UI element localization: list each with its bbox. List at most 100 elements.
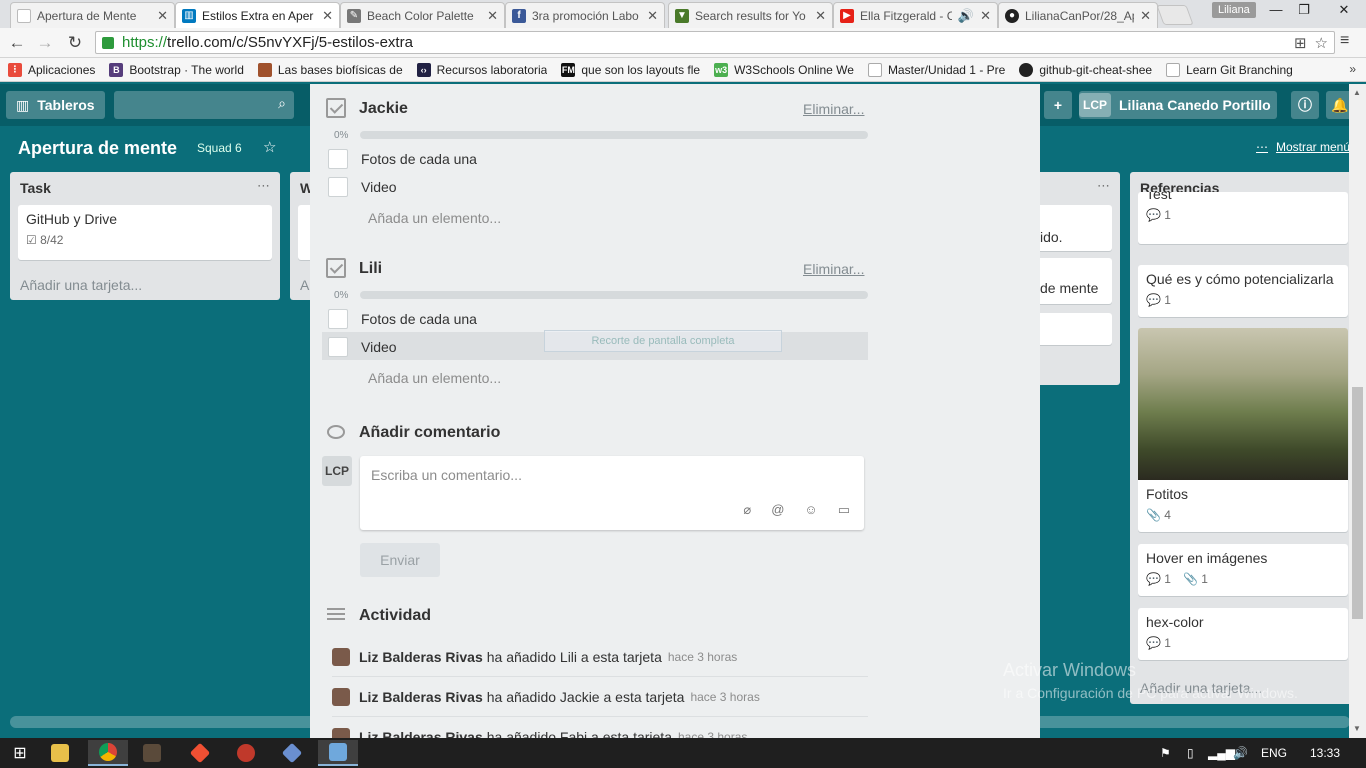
card-test[interactable]: Test 💬 1 [1138,192,1348,244]
delete-checklist-link[interactable]: Eliminar... [803,261,864,277]
list-title[interactable]: Task [20,180,51,196]
flag-icon[interactable]: ⚑ [1160,746,1171,760]
checkbox[interactable] [328,149,348,169]
tab-ella-fitzgerald[interactable]: ▶ Ella Fitzgerald - C 🔊 ✕ [833,2,998,28]
close-icon[interactable]: ✕ [815,8,826,24]
network-icon[interactable]: ▂▄▆ [1208,746,1235,760]
card[interactable]: de mente [1030,258,1112,304]
avatar[interactable] [332,687,350,706]
bookmark-apps[interactable]: ⋮ Aplicaciones [8,62,95,77]
show-menu-link[interactable]: ⋯ Mostrar menú [1256,140,1350,154]
close-icon[interactable]: ✕ [157,8,168,24]
card-hex-color[interactable]: hex-color 💬 1 [1138,608,1348,660]
checkbox[interactable] [328,337,348,357]
reload-icon[interactable]: ↻ [64,32,86,54]
send-button[interactable]: Enviar [360,543,440,577]
checklist-item[interactable]: Fotos de cada una [322,145,477,173]
tab-estilos-extra[interactable]: ▥ Estilos Extra en Aper ✕ [175,2,340,28]
list-menu-icon[interactable]: ⋯ [257,178,270,194]
card-icon[interactable]: ▭ [838,502,850,518]
chrome-icon[interactable] [88,740,128,766]
member-menu[interactable]: LCP Liliana Canedo Portillo [1079,91,1277,119]
add-button[interactable]: + [1044,91,1072,119]
avatar[interactable] [332,647,350,666]
forward-icon[interactable]: → [34,32,56,54]
git-icon[interactable] [180,740,220,766]
checkbox[interactable] [328,309,348,329]
scroll-up-icon[interactable]: ▲ [1353,88,1361,97]
card-github-drive[interactable]: GitHub y Drive ☑ 8/42 [18,205,272,260]
card-hover-imagenes[interactable]: Hover en imágenes 💬 1 📎 1 [1138,544,1348,596]
start-icon[interactable]: ⊞ [0,740,40,766]
add-item-link[interactable]: Añada un elemento... [368,210,501,226]
card[interactable]: ido. [1030,205,1112,251]
speaker-icon[interactable]: 🔊 [958,8,974,24]
browser-user-badge[interactable]: Liliana [1212,2,1256,18]
more-bookmarks-icon[interactable]: » [1349,62,1356,76]
card-que-es[interactable]: Qué es y cómo potencializarla 💬 1 [1138,265,1348,317]
tab-beach-color-palette[interactable]: ✎ Beach Color Palette ✕ [340,2,505,28]
search-input[interactable]: ⌕ [114,91,294,119]
close-icon[interactable]: ✕ [322,8,333,24]
card[interactable] [1030,313,1112,345]
close-icon[interactable]: ✕ [487,8,498,24]
star-icon[interactable]: ☆ [1315,34,1328,52]
volume-icon[interactable]: 🔊 [1233,746,1248,760]
file-explorer-icon[interactable] [40,740,80,766]
tab-search-results[interactable]: ▼ Search results for Yo ✕ [668,2,833,28]
bookmark-layouts[interactable]: FM que son los layouts fle [561,62,700,77]
url-input[interactable]: https://trello.com/c/S5nvYXFj/5-estilos-… [95,31,1335,54]
avatar[interactable]: LCP [322,456,352,486]
checklist-item[interactable]: Video [322,333,397,361]
battery-icon[interactable]: ▯ [1187,746,1194,760]
close-icon[interactable]: ✕ [1140,8,1151,24]
delete-checklist-link[interactable]: Eliminar... [803,101,864,117]
browser-menu-icon[interactable]: ≡ [1340,32,1349,50]
checklist-item[interactable]: Video [322,173,397,201]
close-icon[interactable]: ✕ [980,8,991,24]
page-vertical-scrollbar[interactable]: ▲ ▼ [1349,84,1366,738]
scroll-down-icon[interactable]: ▼ [1353,724,1361,733]
minimize-icon[interactable]: — [1262,0,1290,22]
boards-button[interactable]: ▥ Tableros [6,91,105,119]
board-title[interactable]: Apertura de mente [18,138,177,159]
info-icon[interactable]: ⓘ [1291,91,1319,119]
avatar[interactable] [332,727,350,738]
back-icon[interactable]: ← [6,32,28,54]
list-menu-icon[interactable]: ⋯ [1097,178,1110,194]
app-icon[interactable] [226,740,266,766]
emoji-icon[interactable]: ☺ [804,502,817,518]
checklist-title[interactable]: Lili [359,260,382,278]
comment-input[interactable]: Escriba un comentario... ⌀ @ ☺ ▭ [360,456,864,530]
bookmark-master-unidad[interactable]: Master/Unidad 1 - Pre [867,62,1005,77]
star-icon[interactable]: ☆ [263,138,276,156]
checklist-item[interactable]: Fotos de cada una [322,305,477,333]
bookmark-learn-git[interactable]: Learn Git Branching [1166,62,1293,77]
new-tab-button[interactable] [1156,5,1194,25]
board-team[interactable]: Squad 6 [197,141,242,155]
bookmark-bases-biofisicas[interactable]: Las bases biofísicas de [257,62,403,77]
checkbox[interactable] [328,177,348,197]
bookmark-recursos[interactable]: ‹› Recursos laboratoria [416,62,547,77]
bookmark-github-cheat[interactable]: github-git-cheat-shee [1019,62,1152,77]
mention-icon[interactable]: @ [771,502,784,518]
tab-3ra-promocion[interactable]: f 3ra promoción Labo ✕ [505,2,665,28]
attachment-icon[interactable]: ⌀ [743,502,751,518]
tab-github-repo[interactable]: ● LilianaCanPor/28_Ap ✕ [998,2,1158,28]
maximize-icon[interactable]: ❐ [1290,0,1318,22]
close-icon[interactable]: ✕ [647,8,658,24]
translate-icon[interactable]: ⊞ [1294,34,1307,52]
scrollbar-thumb[interactable] [1352,387,1363,619]
language-indicator[interactable]: ENG [1261,746,1287,760]
bookmark-bootstrap[interactable]: B Bootstrap · The world [109,62,244,77]
sublime-icon[interactable] [132,740,172,766]
add-card-link[interactable]: Añadir una tarjeta... [20,277,142,293]
clock[interactable]: 13:33 [1310,746,1340,760]
window-close-icon[interactable]: ✕ [1322,0,1366,22]
snipping-tool-icon[interactable] [318,740,358,766]
tab-apertura-de-mente[interactable]: Apertura de Mente ✕ [10,2,175,28]
add-item-link[interactable]: Añada un elemento... [368,370,501,386]
checklist-title[interactable]: Jackie [359,100,408,118]
git-gui-icon[interactable] [272,740,312,766]
card-fotitos[interactable]: Fotitos 📎 4 [1138,328,1348,532]
